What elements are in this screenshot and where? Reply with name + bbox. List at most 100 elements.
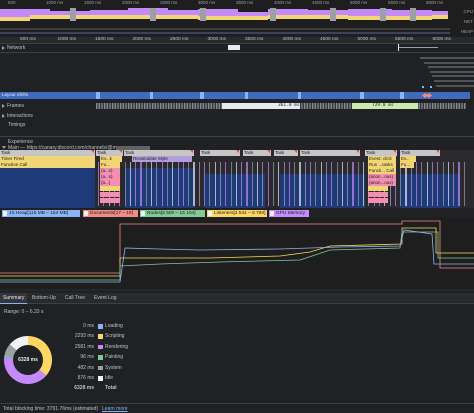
- overview-tick-label: 3000 ms: [198, 0, 216, 5]
- flame-event[interactable]: [368, 198, 388, 203]
- flame-idle-block: [400, 174, 460, 208]
- overview-tick-label: 2500 ms: [160, 0, 178, 5]
- ruler-tick-label: 3000 ms: [207, 37, 226, 42]
- flame-task[interactable]: Task: [400, 150, 440, 156]
- summary-value: 2581 ms: [74, 343, 94, 350]
- flame-event-sliver: [151, 162, 153, 206]
- network-track[interactable]: Network: [0, 44, 474, 53]
- checkbox-icon[interactable]: [208, 211, 213, 216]
- flame-event[interactable]: (a...s): [100, 168, 120, 174]
- flame-event[interactable]: [368, 192, 388, 197]
- frames-track[interactable]: Frames 361.0 ms 729.0 ms: [0, 101, 474, 110]
- long-task-marker-icon: [294, 150, 297, 153]
- checkbox-icon[interactable]: [141, 211, 146, 216]
- flame-event[interactable]: Fu...: [400, 162, 414, 168]
- flame-event-sliver: [161, 162, 163, 206]
- flame-event-sliver: [188, 162, 190, 206]
- flame-event-sliver: [341, 162, 343, 206]
- long-task-marker-icon: [267, 150, 270, 153]
- net-label: NET: [464, 19, 473, 24]
- tab-summary[interactable]: Summary: [0, 293, 28, 304]
- interactions-track-label[interactable]: Interactions: [2, 113, 33, 119]
- flame-event[interactable]: (a...s): [100, 174, 120, 180]
- flame-event[interactable]: (a...): [100, 180, 120, 186]
- summary-label: System: [105, 364, 122, 371]
- legend-item[interactable]: Listeners[3 531 – 6 780]: [207, 210, 267, 217]
- flame-event-sliver: [437, 162, 439, 206]
- ruler-tick-label: 6000 ms: [432, 37, 451, 42]
- flame-event[interactable]: [100, 198, 120, 203]
- expand-arrow-icon: [2, 113, 5, 118]
- interactions-track[interactable]: Interactions: [0, 111, 474, 120]
- flame-event[interactable]: Function Call: [0, 162, 95, 168]
- checkbox-icon[interactable]: [84, 211, 89, 216]
- network-track-label[interactable]: Network: [2, 45, 25, 51]
- network-request-bar[interactable]: [398, 47, 438, 48]
- ruler-tick-label: 5000 ms: [357, 37, 376, 42]
- flame-event[interactable]: (anon...ous): [368, 180, 396, 186]
- tab-bottom-up[interactable]: Bottom-Up: [29, 293, 59, 304]
- flame-task[interactable]: Task: [200, 150, 240, 156]
- timings-track-label[interactable]: Timings: [8, 122, 25, 128]
- flame-event[interactable]: Timer Fired: [0, 156, 95, 162]
- network-request-bar[interactable]: [228, 45, 240, 50]
- layout-shifts-track[interactable]: Layout Shifts: [0, 91, 474, 100]
- flame-task[interactable]: Task: [124, 150, 194, 156]
- layout-shifts-label: Layout Shifts: [2, 92, 29, 97]
- overview-tick-label: 1500 ms: [84, 0, 102, 5]
- flame-event[interactable]: [100, 192, 120, 197]
- flame-event[interactable]: Event: click: [368, 156, 396, 162]
- tab-call-tree[interactable]: Call Tree: [62, 293, 88, 304]
- legend-item[interactable]: Nodes[6 500 – 15 104]: [140, 210, 205, 217]
- ruler-tick-label: 3500 ms: [245, 37, 264, 42]
- flame-task[interactable]: Task: [300, 150, 360, 156]
- flame-event[interactable]: Ev...k: [100, 156, 122, 162]
- flame-task[interactable]: Task: [0, 150, 95, 156]
- flame-event[interactable]: Fu...: [100, 162, 120, 168]
- flame-event-sliver: [352, 162, 354, 206]
- flame-event-sliver: [156, 162, 158, 206]
- legend-item[interactable]: GPU Memory: [269, 210, 309, 217]
- summary-label: Idle: [105, 375, 114, 381]
- timeline-overview[interactable]: 500 1000 ms 1500 ms 2000 ms 2500 ms 3000 ms 35…: [0, 0, 474, 36]
- category-swatch: [98, 376, 103, 381]
- summary-label: Total: [105, 385, 117, 392]
- flame-event-sliver: [278, 162, 280, 206]
- tab-event-log[interactable]: Event Log: [91, 293, 120, 304]
- flame-event-sliver: [299, 162, 301, 206]
- legend-label: JS Heap[115 MB – 154 MB]: [9, 211, 69, 216]
- overview-tick-label: 500: [8, 0, 16, 5]
- frames-track-label[interactable]: Frames: [2, 103, 24, 109]
- time-ruler[interactable]: 500 ms 1000 ms 1500 ms 2000 ms 2500 ms 3000 m…: [0, 37, 474, 44]
- flame-event-sliver: [204, 162, 206, 206]
- flame-event-sliver: [135, 162, 137, 206]
- flame-event[interactable]: (anon...ous): [368, 174, 396, 180]
- flame-event[interactable]: Ev...: [400, 156, 416, 162]
- main-thread-flame-chart[interactable]: Task Task Task Task Task Task Task Task Task Time…: [0, 150, 474, 208]
- checkbox-icon[interactable]: [270, 211, 275, 216]
- total-blocking-time: Total blocking time: 3791.76ms (estimate…: [3, 406, 99, 412]
- flame-event[interactable]: [100, 186, 120, 191]
- bottom-panel-tabs: Summary Bottom-Up Call Tree Event Log: [0, 293, 474, 304]
- checkbox-icon[interactable]: [3, 211, 8, 216]
- memory-graph[interactable]: [0, 218, 474, 291]
- experience-track[interactable]: Experience: [0, 136, 474, 145]
- learn-more-link[interactable]: Learn more: [102, 406, 128, 412]
- summary-row: 0 ms Loading: [60, 322, 160, 330]
- flame-event-sliver: [272, 162, 275, 206]
- flame-event[interactable]: Run ...tasks: [368, 162, 396, 168]
- timings-track[interactable]: Timings: [0, 120, 474, 129]
- summary-label: Scripting: [105, 333, 125, 340]
- category-swatch: [98, 365, 103, 371]
- flame-event[interactable]: Recalculate Style: [132, 156, 192, 162]
- flame-event[interactable]: [368, 186, 388, 191]
- flame-event-sliver: [251, 162, 253, 206]
- ruler-tick-label: 4500 ms: [320, 37, 339, 42]
- legend-item[interactable]: JS Heap[115 MB – 154 MB]: [2, 210, 80, 217]
- network-request-lines: [420, 57, 474, 88]
- legend-item[interactable]: Documents[17 – 19]: [83, 210, 138, 217]
- network-request-tick: [398, 44, 399, 51]
- summary-label: Painting: [105, 354, 124, 361]
- flame-event-sliver: [145, 162, 147, 206]
- flame-event[interactable]: Functi... Call: [368, 168, 396, 174]
